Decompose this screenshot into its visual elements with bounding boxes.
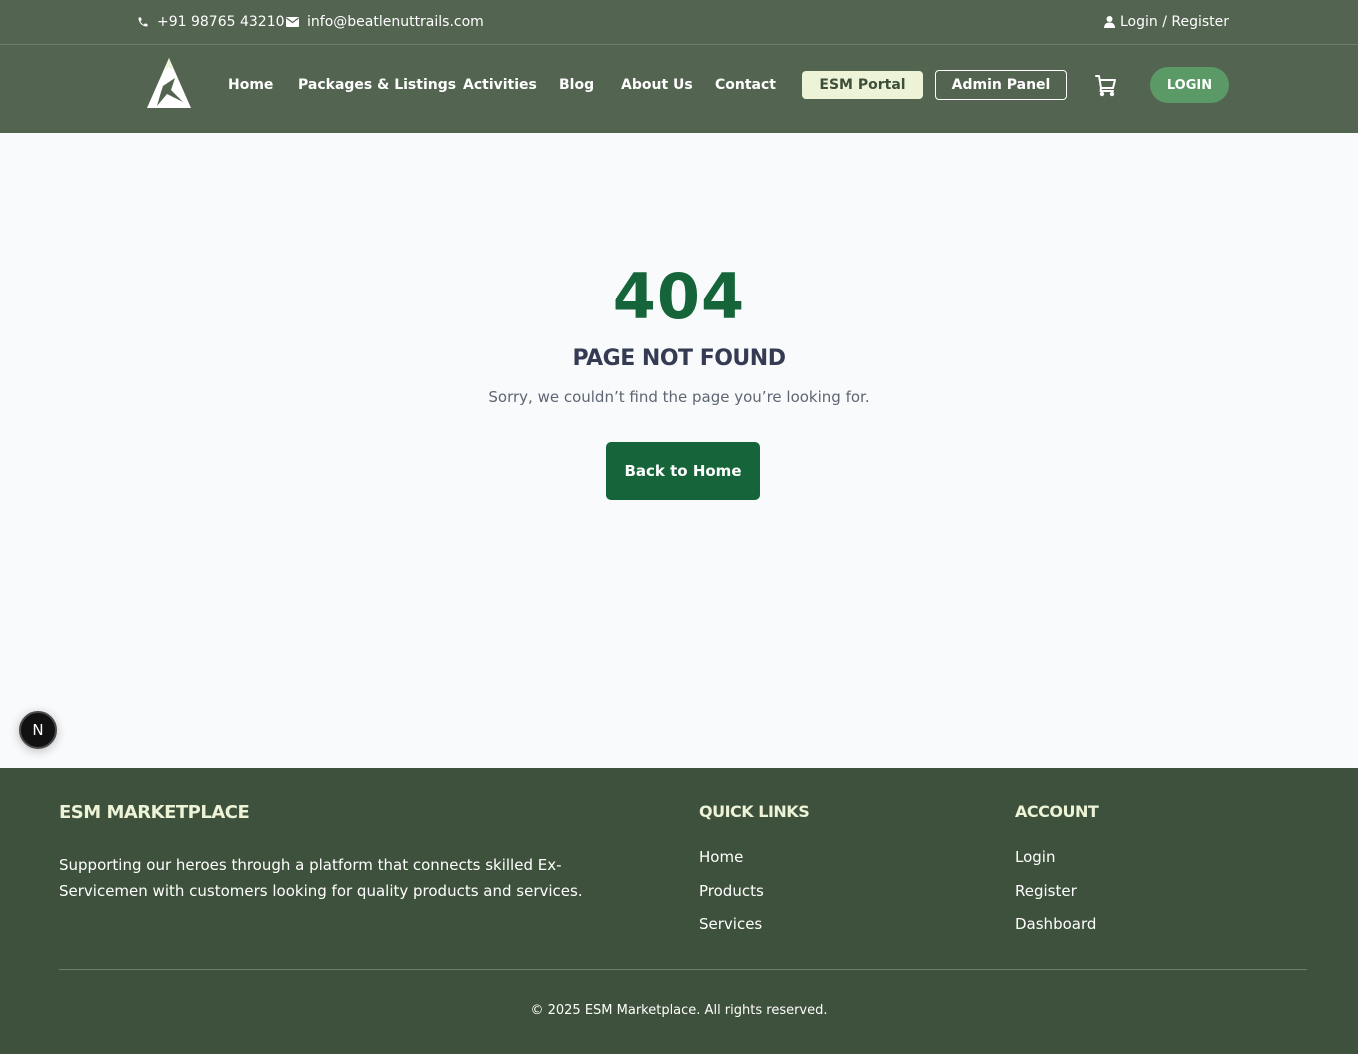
footer-link-register[interactable]: Register [1015,882,1077,900]
cart-icon [1095,75,1116,97]
account-heading: ACCOUNT [1015,802,1099,821]
cart-button[interactable] [1094,73,1118,97]
back-to-home-button[interactable]: Back to Home [606,442,760,500]
footer-brand: ESM MARKETPLACE [59,802,250,823]
footer-link-login[interactable]: Login [1015,848,1055,866]
footer-link-dashboard[interactable]: Dashboard [1015,915,1096,933]
top-contact-bar: +91 98765 43210 info@beatlenuttrails.com… [0,0,1358,45]
dev-tools-badge[interactable]: N [19,711,57,749]
logo-mountain [147,58,191,108]
main-navbar: Home Packages & Listings Activities Blog… [0,45,1358,133]
nav-blog[interactable]: Blog [559,45,594,125]
login-register-link[interactable]: Login / Register [1103,0,1229,44]
error-code: 404 [612,260,746,333]
admin-panel-button[interactable]: Admin Panel [935,70,1067,100]
error-message: Sorry, we couldn’t find the page you’re … [488,388,870,406]
email-address: info@beatlenuttrails.com [307,14,484,30]
mail-icon [286,17,299,27]
footer-link-products[interactable]: Products [699,882,764,900]
copyright-text: © 2025 ESM Marketplace. All rights reser… [530,1003,828,1018]
site-logo[interactable] [145,56,193,110]
login-register-label: Login / Register [1119,14,1229,30]
nav-packages-listings[interactable]: Packages & Listings [298,45,456,125]
footer-description: Supporting our heroes through a platform… [59,856,583,900]
user-icon [1103,16,1115,28]
login-button[interactable]: LOGIN [1150,67,1229,103]
esm-portal-button[interactable]: ESM Portal [802,71,923,99]
phone-number: +91 98765 43210 [157,14,285,30]
nav-contact[interactable]: Contact [715,45,776,125]
nav-activities[interactable]: Activities [463,45,537,125]
footer-link-home[interactable]: Home [699,848,743,866]
footer-link-services[interactable]: Services [699,915,762,933]
email-link[interactable]: info@beatlenuttrails.com [286,0,484,44]
nav-home[interactable]: Home [228,45,273,125]
phone-icon [138,17,148,27]
nav-about-us[interactable]: About Us [621,45,693,125]
phone-link[interactable]: +91 98765 43210 [137,0,285,44]
site-footer: ESM MARKETPLACE Supporting our heroes th… [0,768,1358,1054]
error-title: PAGE NOT FOUND [572,346,786,371]
footer-divider [59,969,1307,970]
quick-links-heading: QUICK LINKS [699,802,810,821]
